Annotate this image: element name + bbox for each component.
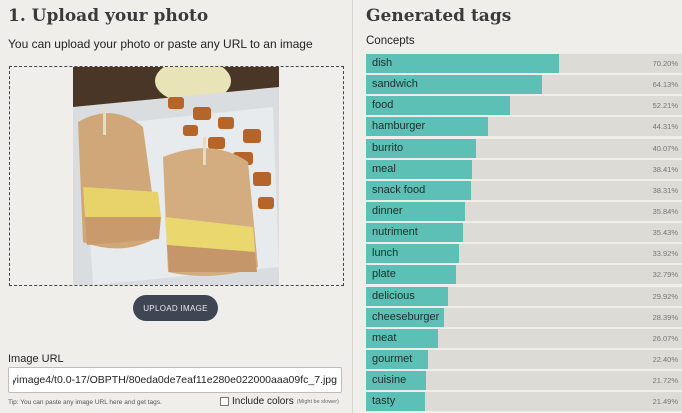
tag-confidence-bar xyxy=(366,54,559,73)
upload-subtitle: You can upload your photo or paste any U… xyxy=(8,37,313,51)
tag-value: 38.41% xyxy=(652,164,678,174)
tag-name: food xyxy=(372,99,394,112)
tag-name: dish xyxy=(372,57,393,69)
tag-name: meal xyxy=(372,162,396,175)
upload-title: 1. Upload your photo xyxy=(8,6,209,26)
tag-value: 33.92% xyxy=(652,249,678,259)
tag-row: nutriment 35.43% xyxy=(366,223,682,243)
upload-panel: 1. Upload your photo You can upload your… xyxy=(0,0,352,413)
include-colors-checkbox[interactable] xyxy=(220,397,229,406)
tag-value: 29.92% xyxy=(652,291,678,301)
tag-row: food 52.21% xyxy=(366,96,682,116)
tag-value: 52.21% xyxy=(652,101,678,111)
tag-value: 21.49% xyxy=(652,397,678,407)
tag-row: dinner 35.84% xyxy=(366,201,682,221)
tag-name: snack food xyxy=(372,183,426,196)
tag-name: plate xyxy=(372,268,396,281)
tag-row: cuisine 21.72% xyxy=(366,371,682,391)
tag-name: hamburger xyxy=(372,120,426,133)
tag-name: sandwich xyxy=(372,78,418,91)
tag-value: 44.31% xyxy=(652,122,678,132)
uploaded-photo xyxy=(73,67,279,285)
image-dropzone[interactable] xyxy=(9,66,344,286)
tag-row: meal 38.41% xyxy=(366,159,682,179)
tag-name: burrito xyxy=(372,141,404,154)
tag-value: 38.31% xyxy=(652,185,678,195)
tag-row: gourmet 22.40% xyxy=(366,349,682,369)
tag-row: meat 26.07% xyxy=(366,328,682,348)
tag-row: dish 70.20% xyxy=(366,54,682,73)
tag-name: cheeseburger xyxy=(372,310,440,323)
tag-name: gourmet xyxy=(372,352,413,365)
include-colors-option[interactable]: Include colors (Might be slower) xyxy=(220,396,339,407)
image-url-input[interactable] xyxy=(8,367,342,393)
tag-name: lunch xyxy=(372,247,399,260)
tag-name: dinner xyxy=(372,204,403,217)
tag-row: delicious 29.92% xyxy=(366,286,682,306)
tag-value: 22.40% xyxy=(652,354,678,364)
tag-list: dish 70.20% sandwich 64.13% food 52.21% hambur… xyxy=(366,54,682,413)
tag-value: 70.20% xyxy=(652,59,678,68)
tag-value: 32.79% xyxy=(652,270,678,280)
tags-panel: Generated tags Concepts dish 70.20% sandwi… xyxy=(353,0,682,413)
tag-value: 35.43% xyxy=(652,228,678,238)
tag-row: burrito 40.07% xyxy=(366,138,682,158)
tag-row: tasty 21.49% xyxy=(366,392,682,412)
upload-image-button[interactable]: UPLOAD IMAGE xyxy=(133,295,218,321)
tag-value: 40.07% xyxy=(652,143,678,153)
tag-value: 35.84% xyxy=(652,206,678,216)
image-url-label: Image URL xyxy=(8,353,64,365)
tag-name: meat xyxy=(372,331,397,344)
tag-name: nutriment xyxy=(372,226,418,239)
tag-row: cheeseburger 28.39% xyxy=(366,307,682,327)
tag-row: sandwich 64.13% xyxy=(366,75,682,95)
tag-row: plate 32.79% xyxy=(366,265,682,285)
url-tip: Tip: You can paste any image URL here an… xyxy=(8,399,162,406)
tag-value: 21.72% xyxy=(652,376,678,386)
tag-value: 26.07% xyxy=(652,333,678,343)
tag-row: lunch 33.92% xyxy=(366,244,682,264)
tags-title: Generated tags xyxy=(366,6,512,26)
include-colors-note: (Might be slower) xyxy=(296,398,339,405)
tag-name: delicious xyxy=(372,289,415,302)
tag-row: hamburger 44.31% xyxy=(366,117,682,137)
tag-name: tasty xyxy=(372,395,396,408)
tag-value: 28.39% xyxy=(652,312,678,322)
tag-name: cuisine xyxy=(372,374,407,387)
include-colors-label: Include colors xyxy=(232,396,294,407)
sandwich-photo-image xyxy=(73,67,279,285)
tag-row: snack food 38.31% xyxy=(366,180,682,200)
tag-value: 64.13% xyxy=(652,80,678,90)
concepts-label: Concepts xyxy=(366,35,415,47)
